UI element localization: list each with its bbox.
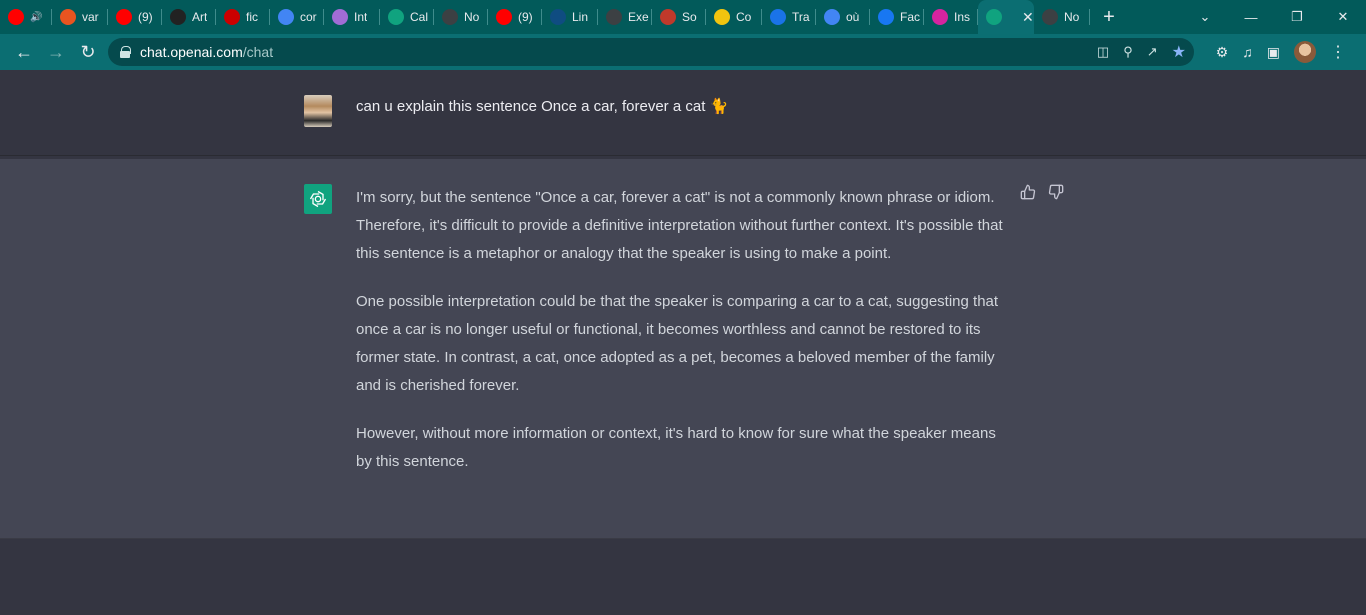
url-host: chat.openai.com	[140, 44, 243, 60]
restore-button[interactable]: ❐	[1274, 9, 1320, 25]
artstation-icon	[170, 9, 186, 25]
browser-tab[interactable]: No	[1034, 0, 1090, 34]
side-panel-icon[interactable]: ▣	[1267, 44, 1280, 61]
dribbble-icon	[332, 9, 348, 25]
user-avatar	[304, 95, 332, 127]
youtube-icon	[116, 9, 132, 25]
tab-title: Lin	[572, 10, 589, 24]
answer-paragraph: I'm sorry, but the sentence "Once a car,…	[356, 189, 1003, 262]
lock-icon[interactable]	[120, 46, 131, 58]
minimize-button[interactable]: —	[1228, 10, 1274, 25]
browser-tab[interactable]: Ins	[924, 0, 978, 34]
google-icon	[278, 9, 294, 25]
zoom-icon[interactable]: ⚲	[1123, 44, 1133, 60]
browser-tab[interactable]: Int	[324, 0, 380, 34]
translate-icon[interactable]: ◫	[1097, 44, 1109, 60]
assistant-message-text: I'm sorry, but the sentence "Once a car,…	[356, 184, 1006, 496]
instagram-icon	[932, 9, 948, 25]
chrome-icon	[606, 9, 622, 25]
flash-icon	[224, 9, 240, 25]
contacts-icon	[770, 9, 786, 25]
tab-title: (9)	[138, 10, 153, 24]
youtube-icon	[496, 9, 512, 25]
browser-tab[interactable]: Exe	[598, 0, 652, 34]
browser-tab[interactable]: Cal	[380, 0, 434, 34]
bottom-area	[0, 540, 1366, 615]
forward-button[interactable]: →	[40, 42, 72, 63]
openai-icon	[388, 9, 404, 25]
tab-title: cor	[300, 10, 317, 24]
tab-title: Tra	[792, 10, 810, 24]
tab-title: Art	[192, 10, 208, 24]
bookmark-star-icon[interactable]: ★	[1172, 42, 1186, 62]
reload-button[interactable]: ↻	[72, 42, 104, 63]
chatgpt-logo-icon	[304, 184, 332, 214]
tab-title: Int	[354, 10, 368, 24]
linguee-icon	[550, 9, 566, 25]
browser-tab[interactable]: cor	[270, 0, 324, 34]
assistant-message-row: I'm sorry, but the sentence "Once a car,…	[0, 159, 1366, 539]
cart-icon	[660, 9, 676, 25]
browser-tab[interactable]: Tra	[762, 0, 816, 34]
close-tab-icon[interactable]: ✕	[1022, 9, 1034, 26]
tab-strip: 🔊 var (9) Art fic cor Int Cal No (9) Lin Exe So Co Tra…	[0, 0, 1366, 34]
browser-tab[interactable]: ✕	[978, 0, 1034, 34]
tab-title: Exe	[628, 10, 649, 24]
speaker-icon[interactable]: 🔊	[30, 12, 42, 23]
tab-title: Fac	[900, 10, 921, 24]
close-window-button[interactable]: ✕	[1320, 9, 1366, 25]
browser-tab[interactable]: Art	[162, 0, 216, 34]
tab-title: où	[846, 10, 860, 24]
address-bar[interactable]: chat.openai.com/chat ◫ ⚲ ↗ ★	[108, 38, 1194, 66]
browser-tab[interactable]: No	[434, 0, 488, 34]
url-path: /chat	[242, 44, 274, 60]
browser-tab[interactable]: Fac	[870, 0, 924, 34]
thumbs-down-icon[interactable]	[1048, 184, 1064, 200]
coursehero-icon	[714, 9, 730, 25]
user-message-text: can u explain this sentence Once a car, …	[356, 98, 729, 115]
window-controls: ⌄ — ❐ ✕	[1182, 0, 1366, 34]
extensions-icon[interactable]: ⚙	[1216, 44, 1229, 61]
openai-icon	[986, 9, 1002, 25]
browser-tab[interactable]: Co	[706, 0, 762, 34]
browser-tab[interactable]: Lin	[542, 0, 598, 34]
chat-content: can u explain this sentence Once a car, …	[0, 70, 1366, 615]
tab-title: Co	[736, 10, 752, 24]
browser-toolbar: ← → ↻ chat.openai.com/chat ◫ ⚲ ↗ ★ ⚙ ♫ ▣…	[0, 34, 1366, 70]
browser-tab[interactable]: So	[652, 0, 706, 34]
tab-title: No	[464, 10, 480, 24]
chrome-menu-icon[interactable]: ⋮	[1330, 42, 1346, 62]
tab-title: Ins	[954, 10, 971, 24]
browser-tab[interactable]: où	[816, 0, 870, 34]
answer-paragraph: One possible interpretation could be tha…	[356, 293, 999, 394]
answer-paragraph: However, without more information or con…	[356, 425, 996, 470]
new-tab-button[interactable]: +	[1094, 6, 1124, 29]
profile-avatar[interactable]	[1294, 41, 1316, 63]
thumbs-up-icon[interactable]	[1020, 184, 1036, 200]
browser-tab[interactable]: (9)	[488, 0, 542, 34]
tab-title: fic	[246, 10, 258, 24]
media-control-icon[interactable]: ♫	[1242, 44, 1253, 60]
chrome-icon	[1042, 9, 1058, 25]
tab-separator	[1089, 9, 1090, 25]
browser-tab[interactable]: fic	[216, 0, 270, 34]
browser-tab[interactable]: var	[52, 0, 108, 34]
facebook-icon	[878, 9, 894, 25]
tab-title: So	[682, 10, 697, 24]
tab-title: (9)	[518, 10, 533, 24]
browser-tab[interactable]: 🔊	[0, 0, 52, 34]
back-button[interactable]: ←	[8, 42, 40, 63]
user-message-row: can u explain this sentence Once a car, …	[0, 70, 1366, 156]
tab-search-icon[interactable]: ⌄	[1182, 9, 1228, 25]
tab-title: No	[1064, 10, 1080, 24]
tab-title: Cal	[410, 10, 429, 24]
chrome-icon	[442, 9, 458, 25]
browser-tab[interactable]: (9)	[108, 0, 162, 34]
google-icon	[824, 9, 840, 25]
youtube-icon	[8, 9, 24, 25]
ubuntu-icon	[60, 9, 76, 25]
share-icon[interactable]: ↗	[1147, 44, 1158, 60]
feedback-buttons	[1020, 184, 1064, 200]
tab-title: var	[82, 10, 99, 24]
